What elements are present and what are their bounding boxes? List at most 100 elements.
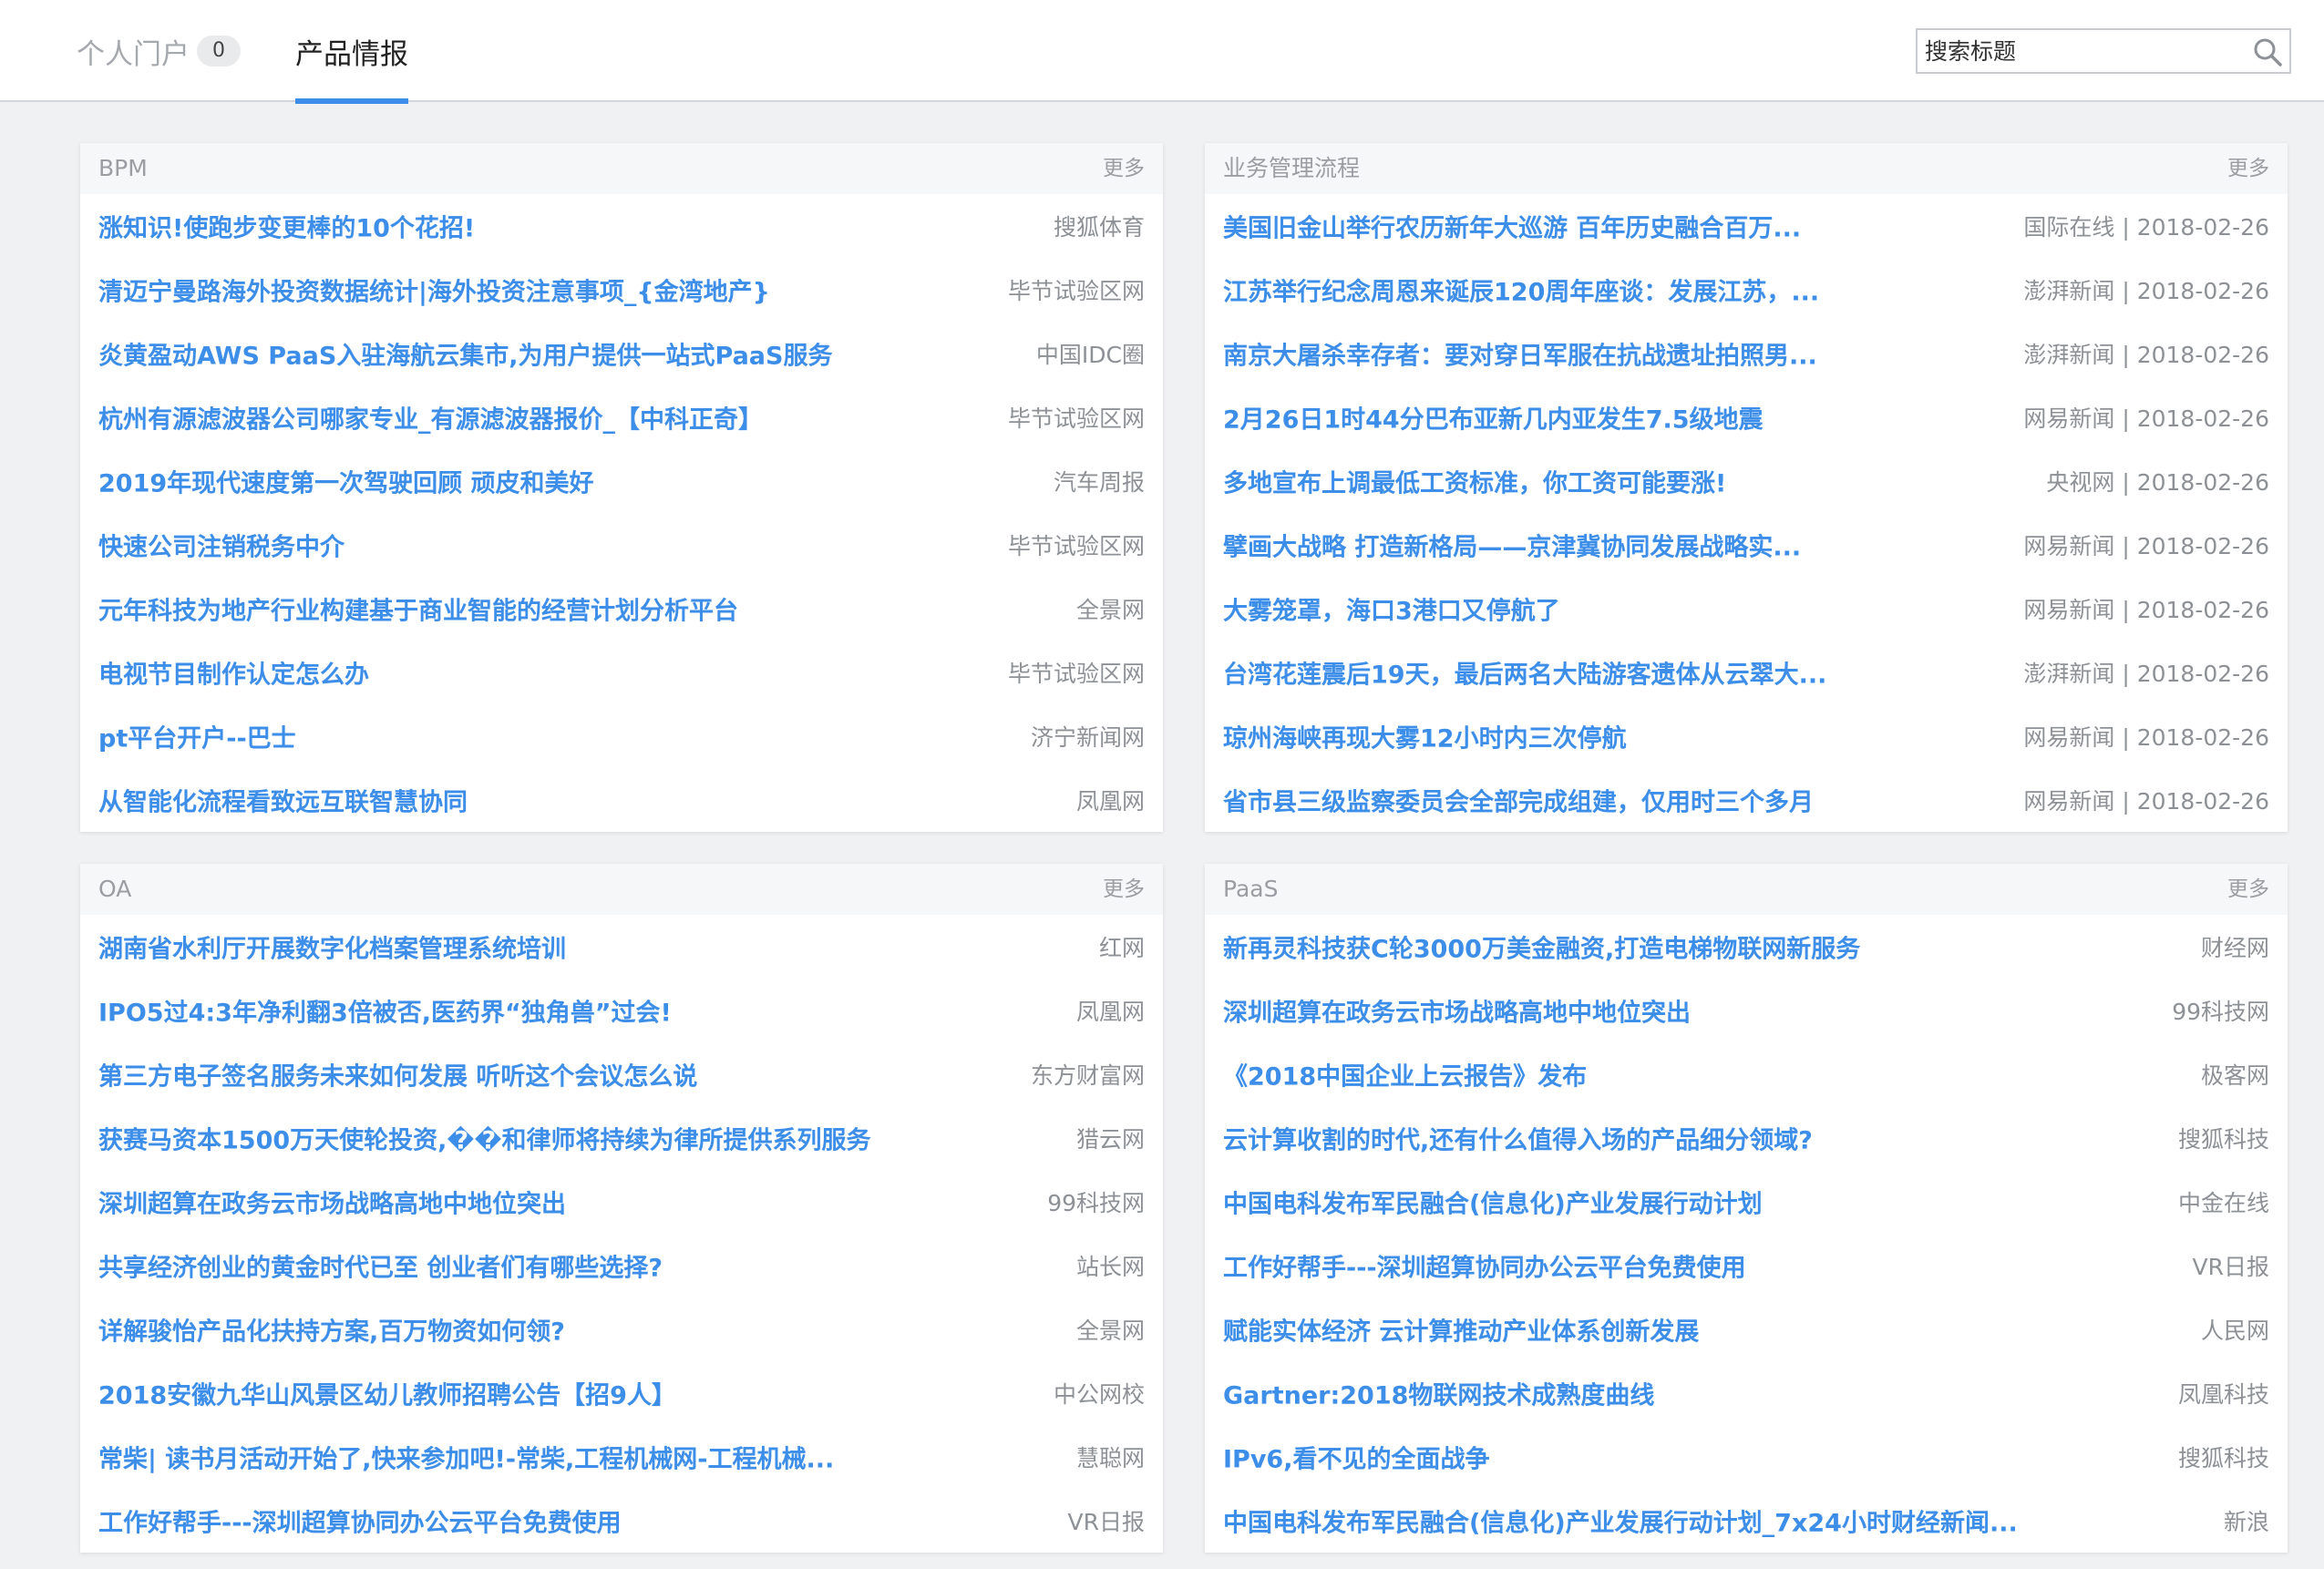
list-item: 深圳超算在政务云市场战略高地中地位突出 99科技网 [1205,979,2288,1042]
news-title-link[interactable]: 工作好帮手---深圳超算协同办公云平台免费使用 [1223,1248,1746,1284]
news-title-link[interactable]: 获赛马资本1500万天使轮投资,��和律师将持续为律所提供系列服务 [98,1121,871,1156]
portal-count-badge: 0 [197,36,241,67]
list-item: 深圳超算在政务云市场战略高地中地位突出 99科技网 [80,1170,1163,1234]
list-item: 2018安徽九华山风景区幼儿教师招聘公告【招9人】 中公网校 [80,1361,1163,1425]
news-title-link[interactable]: 江苏举行纪念周恩来诞辰120周年座谈：发展江苏，... [1223,272,1819,308]
list-item: 杭州有源滤波器公司哪家专业_有源滤波器报价_【中科正奇】 毕节试验区网 [80,385,1163,449]
list-item: 中国电科发布军民融合(信息化)产业发展行动计划_7x24小时财经新闻... 新浪 [1205,1489,2288,1553]
list-item: 快速公司注销税务中介 毕节试验区网 [80,513,1163,577]
news-list: 湖南省水利厅开展数字化档案管理系统培训 红网 IPO5过4:3年净利翻3倍被否,医… [80,915,1163,1553]
news-title-link[interactable]: 快速公司注销税务中介 [98,528,344,563]
list-item: 琼州海峡再现大雾12小时内三次停航 网易新闻 | 2018-02-26 [1205,704,2288,768]
news-title-link[interactable]: 2019年现代速度第一次驾驶回顾 顽皮和美好 [98,464,594,499]
list-item: 获赛马资本1500万天使轮投资,��和律师将持续为律所提供系列服务 猎云网 [80,1106,1163,1170]
news-title-link[interactable]: 从智能化流程看致远互联智慧协同 [98,783,468,818]
news-title-link[interactable]: 工作好帮手---深圳超算协同办公云平台免费使用 [98,1503,622,1539]
news-source: VR日报 [1067,1509,1145,1535]
news-title-link[interactable]: 擘画大战略 打造新格局——京津冀协同发展战略实... [1223,528,1801,563]
news-source: 毕节试验区网 [1007,661,1145,687]
list-item: 《2018中国企业上云报告》发布 极客网 [1205,1042,2288,1106]
news-title-link[interactable]: 赋能实体经济 云计算推动产业体系创新发展 [1223,1312,1699,1348]
list-item: 新再灵科技获C轮3000万美金融资,打造电梯物联网新服务 财经网 [1205,915,2288,979]
list-item: 2019年现代速度第一次驾驶回顾 顽皮和美好 汽车周报 [80,449,1163,513]
more-link[interactable]: 更多 [2227,143,2269,194]
panel-header: OA 更多 [80,864,1163,915]
list-item: 2月26日1时44分巴布亚新几内亚发生7.5级地震 网易新闻 | 2018-02-… [1205,385,2288,449]
news-title-link[interactable]: 清迈宁曼路海外投资数据统计|海外投资注意事项_{金湾地产} [98,272,770,308]
news-source: 站长网 [1075,1254,1145,1280]
news-source: 毕节试验区网 [1007,533,1145,559]
tab-personal-portal[interactable]: 个人门户 0 [77,0,241,102]
news-title-link[interactable]: Gartner:2018物联网技术成熟度曲线 [1223,1376,1654,1411]
search-icon[interactable] [2251,36,2284,68]
panel-paas: PaaS 更多 新再灵科技获C轮3000万美金融资,打造电梯物联网新服务 财经网 … [1205,864,2288,1553]
more-link[interactable]: 更多 [1103,143,1145,194]
search-input[interactable] [1918,30,2237,72]
news-source: 全景网 [1075,597,1145,623]
news-title-link[interactable]: 2月26日1时44分巴布亚新几内亚发生7.5级地震 [1223,400,1764,436]
news-source: 中公网校 [1053,1381,1145,1408]
news-source: 汽车周报 [1053,469,1145,496]
list-item: 工作好帮手---深圳超算协同办公云平台免费使用 VR日报 [1205,1234,2288,1297]
panel-header: PaaS 更多 [1205,864,2288,915]
list-item: pt平台开户--巴士 济宁新闻网 [80,704,1163,768]
list-item: 南京大屠杀幸存者：要对穿日军服在抗战遗址拍照男... 澎湃新闻 | 2018-02… [1205,322,2288,385]
tab-product-intel[interactable]: 产品情报 [295,0,408,104]
list-item: 江苏举行纪念周恩来诞辰120周年座谈：发展江苏，... 澎湃新闻 | 2018-0… [1205,258,2288,322]
news-title-link[interactable]: 台湾花莲震后19天，最后两名大陆游客遗体从云翠大... [1223,655,1826,691]
news-source: 极客网 [2200,1062,2269,1089]
news-title-link[interactable]: 详解骏怡产品化扶持方案,百万物资如何领? [98,1312,565,1348]
news-source-date: 网易新闻 | 2018-02-26 [2023,533,2269,559]
news-title-link[interactable]: 中国电科发布军民融合(信息化)产业发展行动计划_7x24小时财经新闻... [1223,1503,2018,1539]
news-title-link[interactable]: 美国旧金山举行农历新年大巡游 百年历史融合百万... [1223,209,1801,244]
news-title-link[interactable]: 中国电科发布军民融合(信息化)产业发展行动计划 [1223,1184,1763,1220]
news-source: 毕节试验区网 [1007,405,1145,432]
news-title-link[interactable]: IPv6,看不见的全面战争 [1223,1440,1489,1475]
news-title-link[interactable]: 深圳超算在政务云市场战略高地中地位突出 [1223,993,1691,1029]
list-item: 中国电科发布军民融合(信息化)产业发展行动计划 中金在线 [1205,1170,2288,1234]
news-title-link[interactable]: 南京大屠杀幸存者：要对穿日军服在抗战遗址拍照男... [1223,336,1817,372]
news-title-link[interactable]: 杭州有源滤波器公司哪家专业_有源滤波器报价_【中科正奇】 [98,400,763,436]
news-title-link[interactable]: 新再灵科技获C轮3000万美金融资,打造电梯物联网新服务 [1223,929,1860,965]
news-title-link[interactable]: 电视节目制作认定怎么办 [98,655,369,691]
news-source: 人民网 [2200,1318,2269,1344]
news-source: 猎云网 [1075,1126,1145,1153]
news-title-link[interactable]: 共享经济创业的黄金时代已至 创业者们有哪些选择? [98,1248,663,1284]
news-title-link[interactable]: 第三方电子签名服务未来如何发展 听听这个会议怎么说 [98,1057,697,1092]
panel-title: 业务管理流程 [1223,155,1361,181]
news-title-link[interactable]: 省市县三级监察委员会全部完成组建，仅用时三个多月 [1223,783,1814,818]
news-title-link[interactable]: 2018安徽九华山风景区幼儿教师招聘公告【招9人】 [98,1376,676,1411]
news-title-link[interactable]: IPO5过4:3年净利翻3倍被否,医药界“独角兽”过会! [98,993,672,1029]
news-title-link[interactable]: 云计算收割的时代,还有什么值得入场的产品细分领域? [1223,1121,1813,1156]
list-item: IPO5过4:3年净利翻3倍被否,医药界“独角兽”过会! 凤凰网 [80,979,1163,1042]
news-title-link[interactable]: 多地宣布上调最低工资标准，你工资可能要涨! [1223,464,1726,499]
news-title-link[interactable]: 《2018中国企业上云报告》发布 [1223,1057,1587,1092]
panel-header: BPM 更多 [80,143,1163,194]
list-item: 美国旧金山举行农历新年大巡游 百年历史融合百万... 国际在线 | 2018-02… [1205,194,2288,258]
news-title-link[interactable]: 涨知识!使跑步变更棒的10个花招! [98,209,475,244]
news-source-date: 澎湃新闻 | 2018-02-26 [2023,661,2269,687]
list-item: 详解骏怡产品化扶持方案,百万物资如何领? 全景网 [80,1297,1163,1361]
news-source-date: 央视网 | 2018-02-26 [2046,469,2269,496]
more-link[interactable]: 更多 [2227,864,2269,915]
news-title-link[interactable]: 湖南省水利厅开展数字化档案管理系统培训 [98,929,566,965]
list-item: 工作好帮手---深圳超算协同办公云平台免费使用 VR日报 [80,1489,1163,1553]
news-title-link[interactable]: 深圳超算在政务云市场战略高地中地位突出 [98,1184,566,1220]
more-link[interactable]: 更多 [1103,864,1145,915]
news-source: 慧聪网 [1075,1445,1145,1472]
news-source-date: 网易新闻 | 2018-02-26 [2023,724,2269,751]
news-source: 中金在线 [2177,1190,2269,1216]
news-title-link[interactable]: 琼州海峡再现大雾12小时内三次停航 [1223,719,1627,754]
news-source: 搜狐科技 [2177,1445,2269,1472]
news-title-link[interactable]: 炎黄盈动AWS PaaS入驻海航云集市,为用户提供一站式PaaS服务 [98,336,832,372]
news-source: 搜狐科技 [2177,1126,2269,1153]
news-source: 全景网 [1075,1318,1145,1344]
list-item: 炎黄盈动AWS PaaS入驻海航云集市,为用户提供一站式PaaS服务 中国IDC圈 [80,322,1163,385]
news-title-link[interactable]: 元年科技为地产行业构建基于商业智能的经营计划分析平台 [98,591,738,627]
news-title-link[interactable]: pt平台开户--巴士 [98,719,296,754]
news-title-link[interactable]: 大雾笼罩，海口3港口又停航了 [1223,591,1560,627]
news-source: 济宁新闻网 [1030,724,1145,751]
news-title-link[interactable]: 常柴| 读书月活动开始了,快来参加吧!-常柴,工程机械网-工程机械... [98,1440,834,1475]
list-item: IPv6,看不见的全面战争 搜狐科技 [1205,1425,2288,1489]
news-source: 99科技网 [1047,1190,1145,1216]
